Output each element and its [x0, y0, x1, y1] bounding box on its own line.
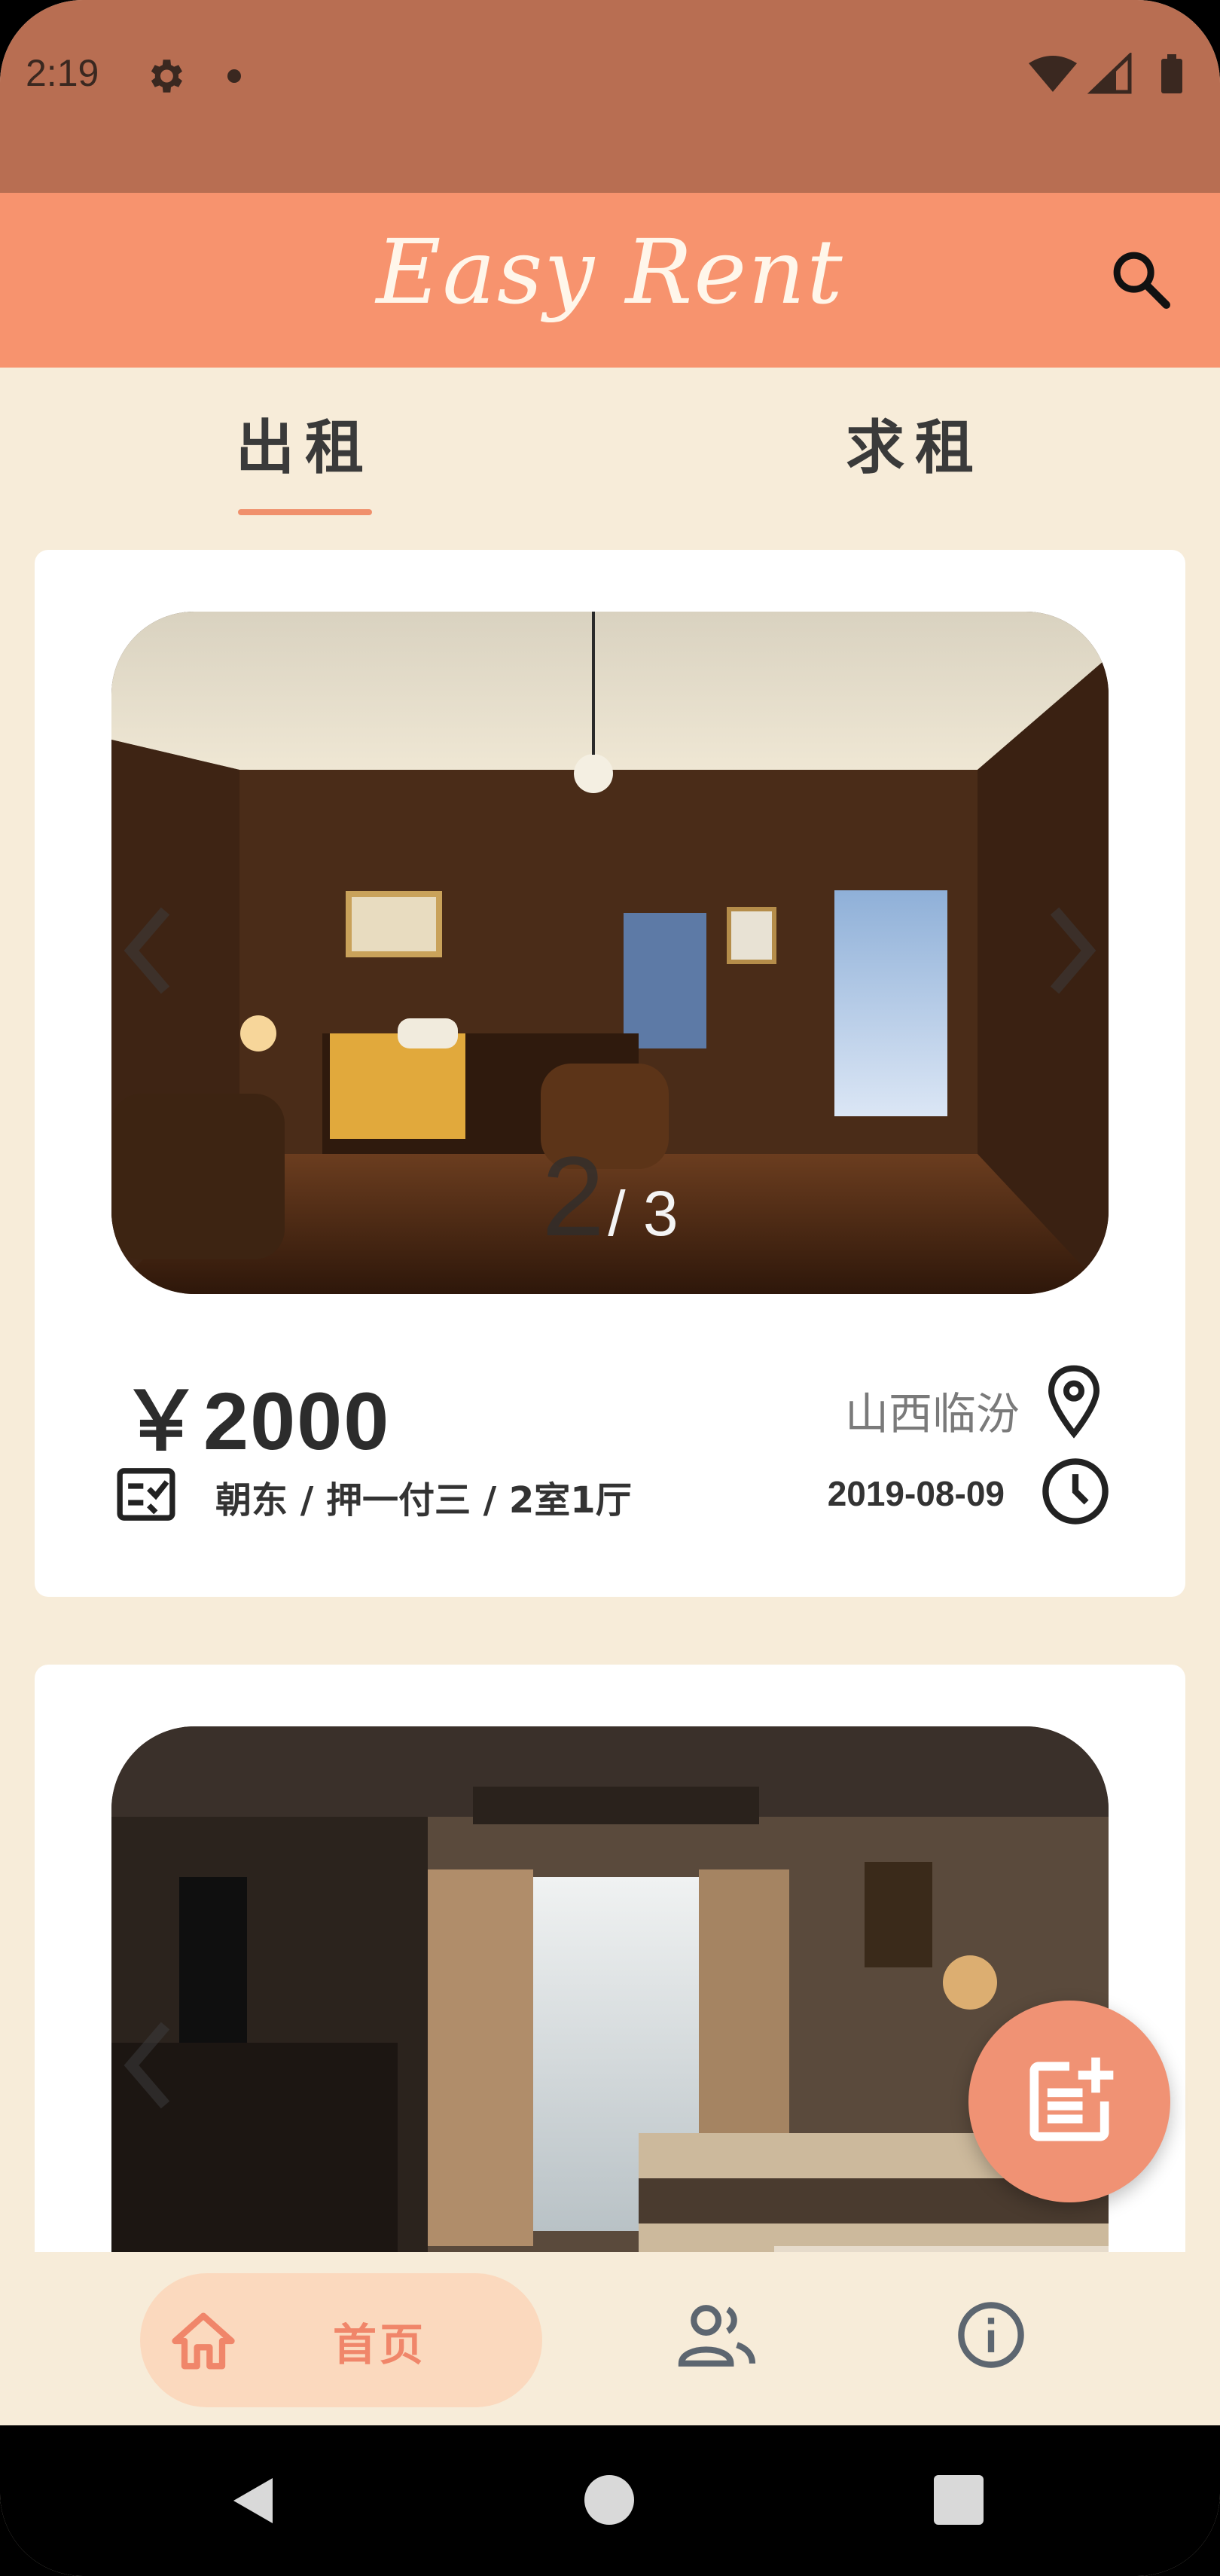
nav-item-home[interactable]: 首页 — [140, 2273, 542, 2407]
carousel-prev-icon[interactable] — [114, 2013, 182, 2118]
back-icon[interactable] — [230, 2475, 276, 2526]
recent-apps-icon[interactable] — [934, 2475, 984, 2525]
people-icon[interactable] — [678, 2302, 759, 2370]
carousel-next-icon[interactable] — [1038, 898, 1106, 1003]
listing-price: ￥2000 — [120, 1375, 391, 1467]
search-icon[interactable] — [1107, 246, 1175, 313]
status-bar: 2:19 — [0, 0, 1220, 193]
notification-dot-icon — [227, 69, 241, 83]
bottom-navigation: 首页 — [0, 2252, 1220, 2425]
home-button-icon[interactable] — [584, 2475, 634, 2525]
clock-icon — [1042, 1458, 1109, 1525]
wifi-icon — [1029, 56, 1077, 92]
image-counter: 2 / 3 — [111, 1131, 1109, 1262]
info-icon[interactable] — [953, 2297, 1029, 2373]
tab-rent-out[interactable]: 出租 — [0, 368, 610, 518]
nav-home-label: 首页 — [333, 2319, 427, 2370]
tab-indicator — [238, 509, 372, 515]
phone-screen: 2:19 Easy Rent 出租 求租 2 / 3 ￥2000 山西临汾 朝东… — [0, 0, 1220, 2576]
listing-photo[interactable] — [111, 1726, 1109, 2267]
app-bar: Easy Rent — [0, 193, 1220, 368]
post-add-icon — [1029, 2057, 1114, 2141]
image-counter-current: 2 — [541, 1133, 605, 1259]
tab-seek-rent[interactable]: 求租 — [610, 368, 1220, 518]
listing-photo[interactable]: 2 / 3 — [111, 612, 1109, 1294]
add-post-button[interactable] — [968, 2001, 1170, 2202]
checklist-icon — [117, 1468, 175, 1521]
app-title: Easy Rent — [376, 220, 844, 324]
listing-specs: 朝东 / 押一付三 / 2室1厅 — [215, 1479, 632, 1521]
listing-date: 2019-08-09 — [827, 1474, 1005, 1513]
location-pin-icon — [1048, 1365, 1100, 1439]
home-icon — [172, 2312, 235, 2370]
hotel-room-photo-image — [111, 1726, 1109, 2267]
listing-location: 山西临汾 — [844, 1388, 1020, 1439]
listing-card[interactable]: 2 / 3 ￥2000 山西临汾 朝东 / 押一付三 / 2室1厅 2019-0… — [35, 550, 1185, 1597]
settings-gear-icon — [151, 60, 182, 93]
status-time: 2:19 — [26, 52, 99, 94]
image-counter-total: / 3 — [608, 1178, 679, 1249]
tab-bar: 出租 求租 — [0, 368, 1220, 518]
cellular-signal-icon — [1087, 53, 1132, 94]
carousel-prev-icon[interactable] — [114, 898, 182, 1003]
status-icons — [1029, 53, 1182, 94]
battery-icon — [1161, 54, 1182, 93]
system-navigation-bar — [0, 2425, 1220, 2576]
